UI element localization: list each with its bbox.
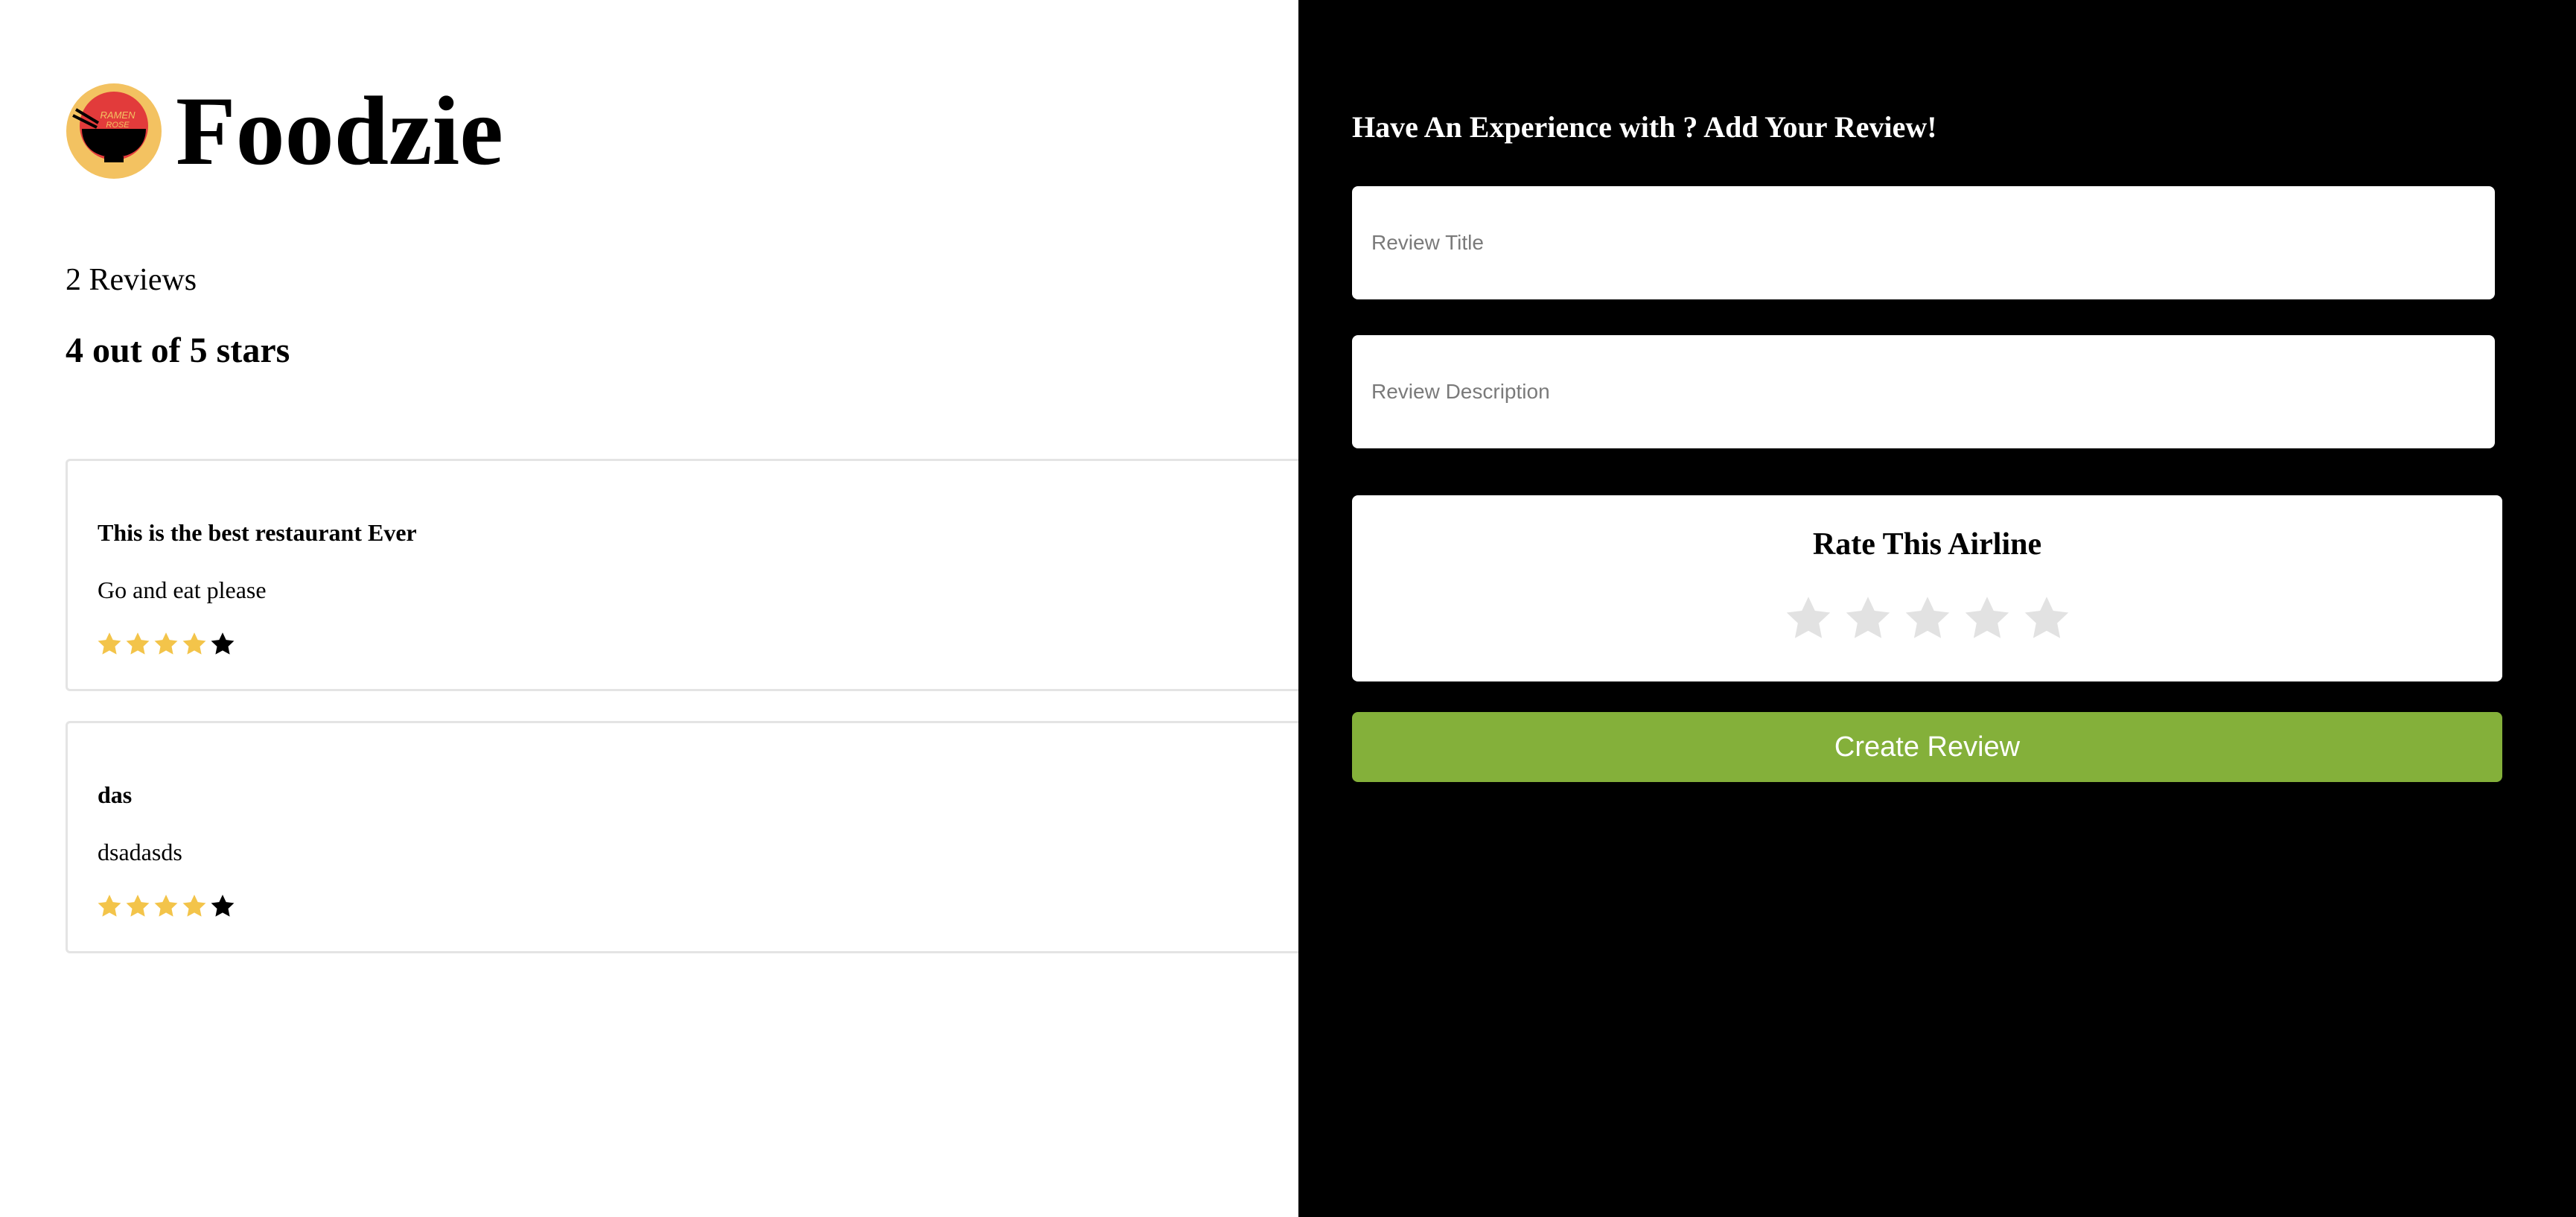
star-filled-icon <box>182 632 206 655</box>
logo-text-line1: RAMEN <box>101 109 136 121</box>
logo-text-line2: ROSE <box>106 121 130 130</box>
review-description-input[interactable] <box>1352 335 2495 448</box>
rating-star-1-icon[interactable] <box>1783 594 1834 644</box>
rating-selector: Rate This Airline <box>1352 495 2502 681</box>
brand-header: RAMEN ROSE Foodzie <box>66 82 503 180</box>
star-filled-icon <box>154 895 178 917</box>
rating-star-2-icon[interactable] <box>1843 594 1893 644</box>
review-star-rating <box>96 631 237 658</box>
rating-star-5-icon[interactable] <box>2021 594 2072 644</box>
review-description: Go and eat please <box>98 576 267 603</box>
star-filled-icon <box>154 632 178 655</box>
rating-label: Rate This Airline <box>1812 527 2042 562</box>
review-card: This is the best restaurant Ever Go and … <box>66 459 1346 691</box>
review-title-input[interactable] <box>1352 186 2495 299</box>
form-heading: Have An Experience with ? Add Your Revie… <box>1352 110 1937 144</box>
review-card: das dsadasds <box>66 721 1346 953</box>
rating-star-3-icon[interactable] <box>1902 594 1953 644</box>
rating-star-4-icon[interactable] <box>1962 594 2012 644</box>
average-rating: 4 out of 5 stars <box>66 331 290 370</box>
star-filled-icon <box>182 895 206 917</box>
brand-name: Foodzie <box>176 76 503 185</box>
create-review-button[interactable]: Create Review <box>1352 712 2502 782</box>
review-list: This is the best restaurant Ever Go and … <box>66 459 1346 983</box>
star-empty-icon <box>211 895 235 917</box>
ramen-bowl-logo-icon: RAMEN ROSE <box>66 83 162 179</box>
rating-star-row <box>1352 594 2502 644</box>
star-empty-icon <box>211 632 235 655</box>
review-description: dsadasds <box>98 839 182 865</box>
review-star-rating <box>96 893 237 920</box>
star-filled-icon <box>126 895 150 917</box>
review-count: 2 Reviews <box>66 263 197 297</box>
review-title: das <box>98 781 133 808</box>
review-title: This is the best restaurant Ever <box>98 519 417 546</box>
star-filled-icon <box>126 632 150 655</box>
add-review-panel: Have An Experience with ? Add Your Revie… <box>1298 0 2576 1217</box>
star-filled-icon <box>98 632 121 655</box>
star-filled-icon <box>98 895 121 917</box>
reviews-panel: RAMEN ROSE Foodzie 2 Reviews 4 out of 5 … <box>0 0 1346 1217</box>
